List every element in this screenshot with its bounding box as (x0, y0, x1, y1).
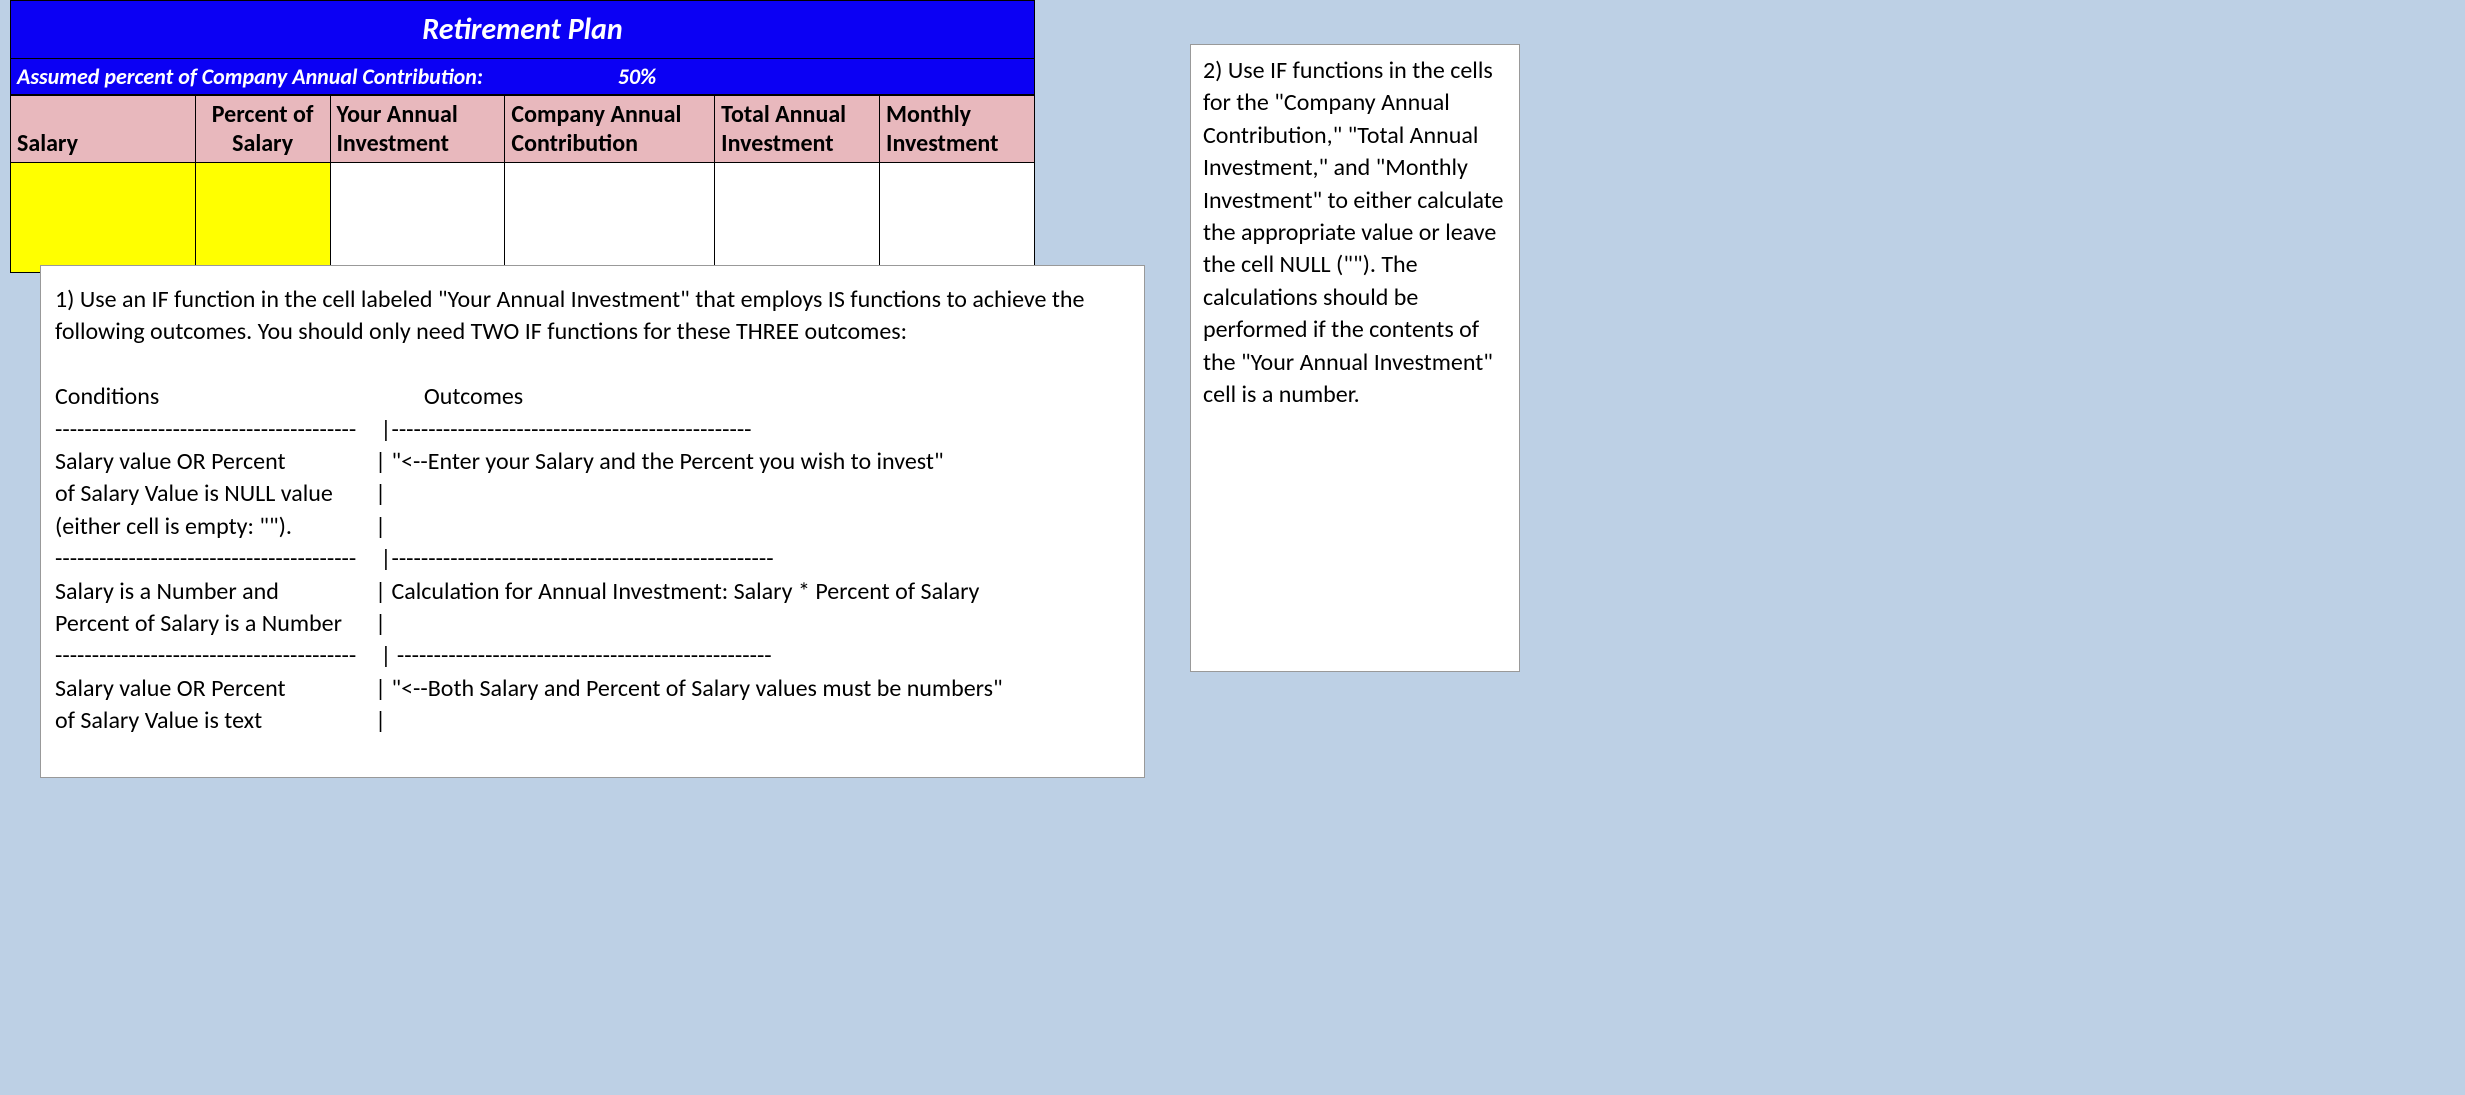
cell-company-annual[interactable] (505, 163, 715, 273)
divider-1b: |---------------------------------------… (375, 415, 752, 444)
header-percent: Percent of Salary (195, 96, 330, 163)
assumption-row: Assumed percent of Company Annual Contri… (10, 59, 1035, 95)
row3-out1: | "<--Both Salary and Percent of Salary … (375, 674, 1003, 703)
row2-out1: | Calculation for Annual Investment: Sal… (375, 577, 979, 606)
row1-cond2: of Salary Value is NULL value (55, 478, 375, 510)
outcomes-header: Outcomes (424, 382, 523, 411)
divider-2a: ----------------------------------------… (55, 543, 375, 575)
header-salary: Salary (11, 96, 196, 163)
header-row: Salary Percent of Salary Your Annual Inv… (11, 96, 1035, 163)
retirement-plan-table: Retirement Plan Assumed percent of Compa… (10, 0, 1035, 273)
header-your-annual: Your Annual Investment (330, 96, 505, 163)
instructions-textbox-1: 1) Use an IF function in the cell labele… (40, 265, 1145, 778)
row3-cond2: of Salary Value is text (55, 705, 375, 737)
cell-total-annual[interactable] (715, 163, 880, 273)
row2-cond2: Percent of Salary is a Number (55, 608, 375, 640)
divider-2b: |---------------------------------------… (375, 544, 774, 573)
divider-3a: ----------------------------------------… (55, 640, 375, 672)
conditions-header: Conditions (55, 381, 375, 413)
row1-cond3: (either cell is empty: ""). (55, 511, 375, 543)
divider-3b: | --------------------------------------… (375, 641, 772, 670)
table-title: Retirement Plan (10, 0, 1035, 59)
cell-salary[interactable] (11, 163, 196, 273)
header-total-annual: Total Annual Investment (715, 96, 880, 163)
row1-cond1: Salary value OR Percent (55, 446, 375, 478)
instruction-1-intro: 1) Use an IF function in the cell labele… (55, 284, 1130, 349)
divider-1a: ----------------------------------------… (55, 414, 375, 446)
row2-out2: | (375, 609, 386, 638)
assumption-value: 50% (577, 63, 697, 90)
cell-percent[interactable] (195, 163, 330, 273)
row1-out1: | "<--Enter your Salary and the Percent … (375, 447, 944, 476)
data-table: Salary Percent of Salary Your Annual Inv… (10, 95, 1035, 273)
row1-out2: | (375, 479, 386, 508)
input-row (11, 163, 1035, 273)
instructions-textbox-2: 2) Use IF functions in the cells for the… (1190, 44, 1520, 672)
cell-your-annual[interactable] (330, 163, 505, 273)
row3-out2: | (375, 706, 386, 735)
row1-out3: | (375, 512, 386, 541)
row2-cond1: Salary is a Number and (55, 576, 375, 608)
row3-cond1: Salary value OR Percent (55, 673, 375, 705)
header-monthly: Monthly Investment (880, 96, 1035, 163)
header-company-annual: Company Annual Contribution (505, 96, 715, 163)
instruction-2-text: 2) Use IF functions in the cells for the… (1203, 56, 1503, 409)
assumption-label: Assumed percent of Company Annual Contri… (17, 63, 577, 90)
cell-monthly[interactable] (880, 163, 1035, 273)
